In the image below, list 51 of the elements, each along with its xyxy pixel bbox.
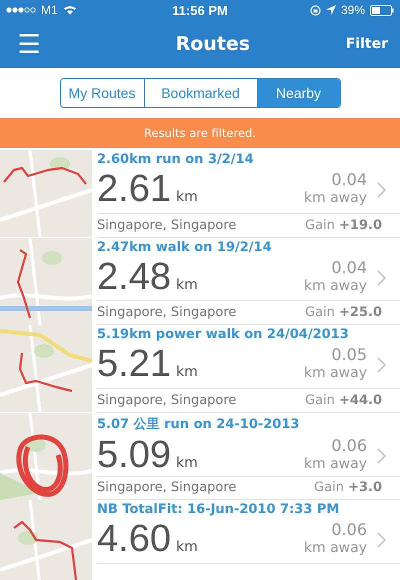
route-title[interactable]: 2.60km run on 3/2/14 [97,152,254,167]
away-distance: 0.04 [331,258,367,276]
elevation-gain: Gain +44.0 [305,392,382,408]
route-distance: 4.60 [97,517,171,561]
clock-time: 11:56 PM [172,2,228,18]
battery-percent: 39% [340,3,365,17]
route-title[interactable]: 5.07 公里 run on 24-10-2013 [97,414,300,432]
away-distance: 0.04 [331,171,367,189]
chevron-icon [377,270,386,286]
away-label: km away [304,189,367,207]
route-location: Singapore, Singapore [97,392,236,408]
filter-banner: Results are filtered. [0,118,400,148]
distance-unit: km [176,276,198,292]
carrier-name: M1 [41,3,58,17]
away-distance: 0.05 [331,346,367,364]
elevation-gain: Gain +25.0 [305,305,382,320]
wifi-icon [62,5,77,15]
distance-unit: km [176,454,198,470]
chevron-icon [377,448,386,464]
away-distance: 0.06 [331,436,367,454]
chevron-icon [377,182,386,198]
route-distance: 5.09 [97,432,171,476]
route-title[interactable]: 2.47km walk on 19/2/14 [97,240,272,254]
route-title[interactable]: 5.19km power walk on 24/04/2013 [97,327,349,342]
away-label: km away [304,276,367,294]
away-label: km away [304,364,367,382]
route-location: Singapore, Singapore [97,305,236,320]
route-distance: 5.21 [97,342,171,386]
segment-tab[interactable]: Nearby [256,79,340,107]
away-label: km away [304,454,367,472]
distance-unit: km [176,539,198,555]
distance-unit: km [176,364,198,380]
distance-unit: km [176,189,198,205]
screen-title: Routes [176,33,250,55]
filter-button[interactable]: Filter [346,36,388,52]
route-location: Singapore, Singapore [97,218,236,233]
chevron-icon [377,532,386,548]
elevation-gain: Gain +3.0 [314,480,382,496]
chevron-icon [377,357,386,373]
location-arrow-icon [326,5,336,15]
route-distance: 2.48 [97,254,171,298]
route-title[interactable]: NB TotalFit: 16-Jun-2010 7:33 PM [97,502,340,517]
battery-icon [370,4,394,16]
route-distance: 2.61 [97,167,171,211]
route-location: Singapore, Singapore [97,480,236,496]
away-distance: 0.06 [331,521,367,539]
signal-icon [6,7,36,13]
elevation-gain: Gain +19.0 [305,218,382,233]
rotation-lock-icon [310,4,321,16]
menu-button[interactable]: ☰ [14,31,44,57]
away-label: km away [304,539,367,557]
